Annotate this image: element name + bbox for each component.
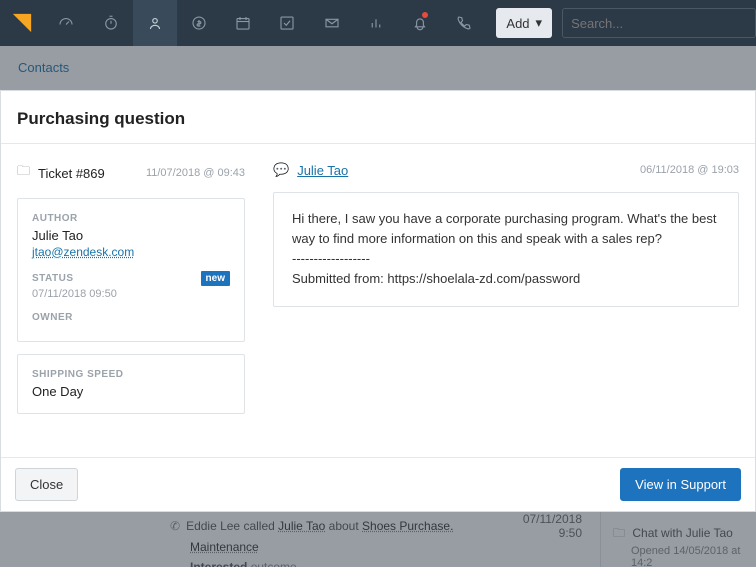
nav-reports-icon[interactable] — [354, 0, 398, 46]
folder-icon: 🗀 — [17, 162, 30, 184]
author-name: Julie Tao — [32, 228, 230, 243]
author-label: AUTHOR — [32, 213, 230, 224]
modal-header: Purchasing question — [1, 91, 755, 144]
shipping-label: SHIPPING SPEED — [32, 369, 230, 380]
add-button[interactable]: Add ▾ — [496, 8, 552, 38]
owner-label: OWNER — [32, 312, 230, 323]
message-date: 06/11/2018 @ 19:03 — [640, 164, 739, 176]
message-column: 💬 Julie Tao 06/11/2018 @ 19:03 Hi there,… — [273, 162, 739, 427]
message-body: Hi there, I saw you have a corporate pur… — [273, 192, 739, 307]
status-badge: new — [201, 271, 230, 286]
nav-deals-icon[interactable] — [177, 0, 221, 46]
ticket-created-date: 11/07/2018 @ 09:43 — [146, 167, 245, 179]
nav-inbox-icon[interactable] — [310, 0, 354, 46]
shipping-value: One Day — [32, 384, 230, 399]
status-label: STATUS — [32, 273, 74, 284]
ticket-number: Ticket #869 — [38, 166, 105, 181]
modal-footer: Close View in Support — [1, 457, 755, 511]
message-author-link[interactable]: Julie Tao — [297, 163, 348, 178]
status-date: 07/11/2018 09:50 — [32, 288, 230, 300]
author-email-link[interactable]: jtao@zendesk.com — [32, 245, 134, 259]
ticket-modal: Purchasing question 🗀 Ticket #869 11/07/… — [0, 90, 756, 512]
ticket-details-column: 🗀 Ticket #869 11/07/2018 @ 09:43 AUTHOR … — [17, 162, 245, 427]
nav-tasks-icon[interactable] — [265, 0, 309, 46]
search-input[interactable] — [562, 8, 756, 38]
nav-dashboard-icon[interactable] — [44, 0, 88, 46]
comment-icon: 💬 — [273, 162, 289, 178]
nav-calendar-icon[interactable] — [221, 0, 265, 46]
view-in-support-button[interactable]: View in Support — [620, 468, 741, 501]
phone-icon[interactable] — [442, 0, 486, 46]
shipping-card: SHIPPING SPEED One Day — [17, 354, 245, 414]
close-button[interactable]: Close — [15, 468, 78, 501]
modal-title: Purchasing question — [17, 109, 739, 129]
nav-contacts-icon[interactable] — [133, 0, 177, 46]
author-card: AUTHOR Julie Tao jtao@zendesk.com STATUS… — [17, 198, 245, 342]
notification-dot — [422, 12, 428, 18]
brand-logo[interactable] — [0, 0, 44, 46]
top-nav: Add ▾ — [0, 0, 756, 46]
chevron-down-icon: ▾ — [536, 15, 543, 31]
nav-timer-icon[interactable] — [88, 0, 132, 46]
notifications-icon[interactable] — [398, 0, 442, 46]
add-label: Add — [506, 16, 529, 31]
